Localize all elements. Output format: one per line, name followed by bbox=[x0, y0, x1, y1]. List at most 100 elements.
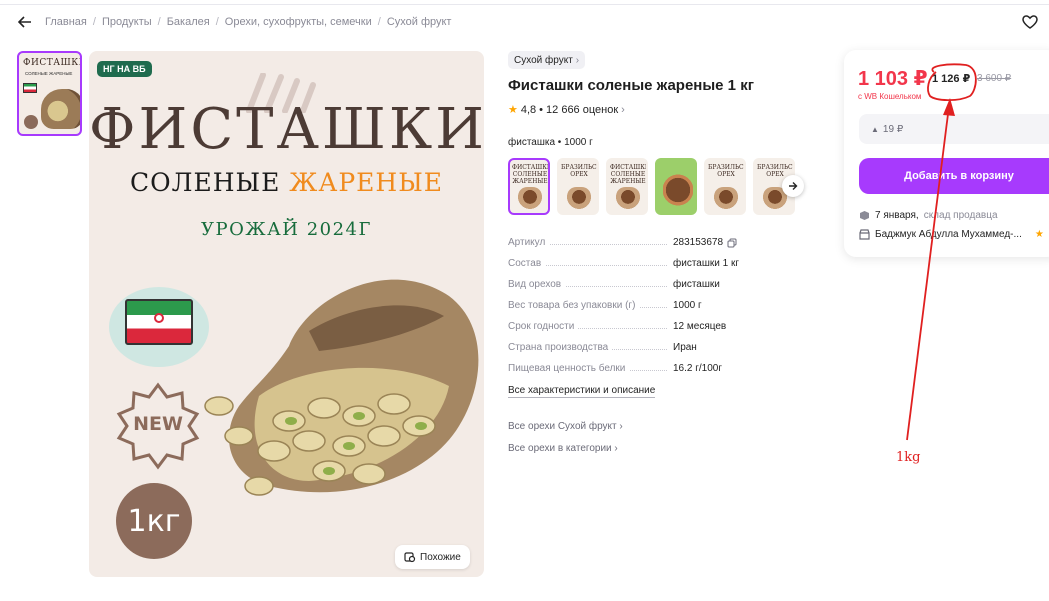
chevron-right-icon: › bbox=[619, 421, 623, 432]
spec-value: Иран bbox=[673, 342, 697, 353]
article-number[interactable]: 283153678 bbox=[673, 237, 723, 248]
spec-row: Пищевая ценность белки 16.2 г/100г bbox=[508, 363, 798, 384]
variant-option[interactable] bbox=[655, 158, 697, 215]
variant-option[interactable]: ФИСТАШКИ СОЛЕНЫЕ ЖАРЕНЫЕ bbox=[508, 158, 550, 215]
chevron-right-icon: › bbox=[575, 54, 580, 66]
spec-value: фисташки 1 кг bbox=[673, 258, 739, 269]
thumbnail-subtitle: СОЛЕНЫЕ ЖАРЕНЫЕ bbox=[25, 71, 73, 76]
category-chip-label: Сухой фрукт bbox=[514, 54, 573, 66]
price-history-value: 19 ₽ bbox=[882, 123, 904, 135]
spec-row: Страна производства Иран bbox=[508, 342, 798, 363]
variant-image bbox=[518, 187, 542, 209]
regular-price: 1 126 ₽ bbox=[932, 73, 971, 85]
category-chip[interactable]: Сухой фрукт › bbox=[508, 51, 586, 69]
weight-badge: 1кг bbox=[116, 483, 192, 559]
spec-row: Вес товара без упаковки (г) 1000 г bbox=[508, 300, 798, 321]
image-title: ФИСТАШКИ bbox=[89, 97, 484, 162]
subtitle-salted: СОЛЕНЫЕ bbox=[129, 168, 281, 197]
wallet-note[interactable]: с WB Кошельком bbox=[858, 92, 921, 101]
variant-option[interactable]: БРАЗИЛЬСКИЙ ОРЕХ bbox=[704, 158, 746, 215]
thumbnail-title: ФИСТАШКИ bbox=[23, 58, 82, 68]
search-similar-icon bbox=[404, 552, 416, 563]
box-icon bbox=[860, 211, 869, 220]
top-divider bbox=[0, 4, 1049, 5]
breadcrumb: Главная / Продукты / Бакалея / Орехи, су… bbox=[14, 11, 451, 33]
spec-value: 283153678 bbox=[673, 237, 737, 248]
breadcrumb-separator: / bbox=[377, 16, 381, 28]
specs-table: Артикул 283153678 Состав фисташки 1 кг В… bbox=[508, 237, 798, 384]
variant-title: ФИСТАШКИ СОЛЕНЫЕ ЖАРЕНЫЕ bbox=[610, 164, 648, 185]
price-history-button[interactable]: ▲ 19 ₽ bbox=[859, 114, 1049, 144]
sack-image bbox=[41, 89, 80, 129]
old-price: 3 600 ₽ bbox=[977, 73, 1012, 84]
breadcrumb-item[interactable]: Главная bbox=[45, 16, 87, 28]
variant-title: БРАЗИЛЬСКИЙ ОРЕХ bbox=[561, 164, 597, 178]
spec-key: Вид орехов bbox=[508, 279, 673, 290]
rating-value: 4,8 bbox=[520, 103, 537, 116]
chevron-right-icon: › bbox=[621, 103, 625, 116]
all-in-category-link-label: Все орехи в категории bbox=[508, 443, 612, 454]
seller-name: Баджмук Абдулла Мухаммед-... bbox=[875, 229, 1022, 240]
pistachio-sack-image bbox=[204, 279, 479, 496]
promo-badge: НГ НА ВБ bbox=[97, 61, 152, 77]
spec-key: Пищевая ценность белки bbox=[508, 363, 673, 374]
variant-image bbox=[567, 187, 591, 209]
variant-selector: ФИСТАШКИ СОЛЕНЫЕ ЖАРЕНЫЕ БРАЗИЛЬСКИЙ ОРЕ… bbox=[508, 158, 795, 215]
chevron-right-icon[interactable] bbox=[782, 175, 804, 197]
breadcrumb-item[interactable]: Бакалея bbox=[167, 16, 210, 28]
new-label: NEW bbox=[133, 413, 183, 435]
heart-icon[interactable] bbox=[1019, 11, 1041, 33]
variant-option[interactable]: ФИСТАШКИ СОЛЕНЫЕ ЖАРЕНЫЕ bbox=[606, 158, 648, 215]
buy-card: 1 103 ₽ 1 126 ₽ 3 600 ₽ с WB Кошельком ▲… bbox=[844, 50, 1049, 257]
iran-flag-icon bbox=[23, 83, 37, 93]
subtitle-roasted: ЖАРЕНЫЕ bbox=[289, 168, 444, 197]
spec-key: Страна производства bbox=[508, 342, 673, 353]
wallet-price: 1 103 ₽ bbox=[858, 68, 928, 90]
spec-value: 1000 г bbox=[673, 300, 702, 311]
weight-circle bbox=[24, 115, 38, 129]
reviews-link[interactable]: 12 666 оценок bbox=[546, 104, 618, 116]
annotation-label: 1kg bbox=[896, 450, 921, 465]
shop-icon bbox=[859, 229, 870, 240]
image-subtitle: СОЛЕНЫЕ ЖАРЕНЫЕ bbox=[89, 168, 484, 197]
chevron-right-icon: › bbox=[614, 443, 618, 454]
variant-image bbox=[616, 187, 640, 209]
product-main-image[interactable]: НГ НА ВБ ФИСТАШКИ СОЛЕНЫЕ ЖАРЕНЫЕ УРОЖАЙ… bbox=[89, 51, 484, 577]
variant-title: БРАЗИЛЬСКИЙ ОРЕХ bbox=[708, 164, 744, 178]
breadcrumb-item[interactable]: Продукты bbox=[102, 16, 152, 28]
variant-label: фисташка • 1000 г bbox=[508, 137, 593, 148]
all-specs-link[interactable]: Все характеристики и описание bbox=[508, 385, 656, 398]
spec-key: Состав bbox=[508, 258, 673, 269]
variant-image bbox=[663, 174, 693, 206]
all-in-category-link[interactable]: Все орехи в категории › bbox=[508, 443, 618, 454]
iran-flag-icon bbox=[125, 299, 193, 345]
star-icon: ★ bbox=[508, 104, 518, 116]
similar-button[interactable]: Похожие bbox=[395, 545, 470, 569]
spec-row: Артикул 283153678 bbox=[508, 237, 798, 258]
star-icon: ★ bbox=[1034, 229, 1044, 240]
variant-title: ФИСТАШКИ СОЛЕНЫЕ ЖАРЕНЫЕ bbox=[512, 164, 550, 185]
spec-value: 12 месяцев bbox=[673, 321, 727, 332]
delivery-date: 7 января, bbox=[875, 210, 919, 221]
breadcrumb-separator: / bbox=[215, 16, 219, 28]
product-title: Фисташки соленые жареные 1 кг bbox=[508, 77, 754, 94]
variant-image bbox=[714, 187, 738, 209]
seller-link[interactable]: Баджмук Абдулла Мухаммед-... ★ bbox=[859, 229, 1044, 240]
add-to-cart-button[interactable]: Добавить в корзину bbox=[859, 158, 1049, 194]
delivery-info: 7 января, склад продавца bbox=[859, 210, 998, 221]
all-category-link[interactable]: Все орехи Сухой фрукт › bbox=[508, 421, 623, 432]
breadcrumb-item[interactable]: Сухой фрукт bbox=[387, 16, 452, 28]
breadcrumb-item[interactable]: Орехи, сухофрукты, семечки bbox=[225, 16, 372, 28]
spec-value: 16.2 г/100г bbox=[673, 363, 722, 374]
back-arrow-icon[interactable] bbox=[14, 11, 36, 33]
spec-value: фисташки bbox=[673, 279, 720, 290]
spec-key: Артикул bbox=[508, 237, 673, 248]
rating-dot: • bbox=[539, 103, 544, 116]
similar-button-label: Похожие bbox=[420, 551, 461, 563]
flag-emblem bbox=[154, 313, 164, 323]
all-category-link-label: Все орехи Сухой фрукт bbox=[508, 421, 617, 432]
gallery-thumbnail[interactable]: ФИСТАШКИ СОЛЕНЫЕ ЖАРЕНЫЕ bbox=[17, 51, 82, 136]
spec-row: Вид орехов фисташки bbox=[508, 279, 798, 300]
variant-option[interactable]: БРАЗИЛЬСКИЙ ОРЕХ bbox=[557, 158, 599, 215]
copy-icon[interactable] bbox=[727, 238, 737, 248]
